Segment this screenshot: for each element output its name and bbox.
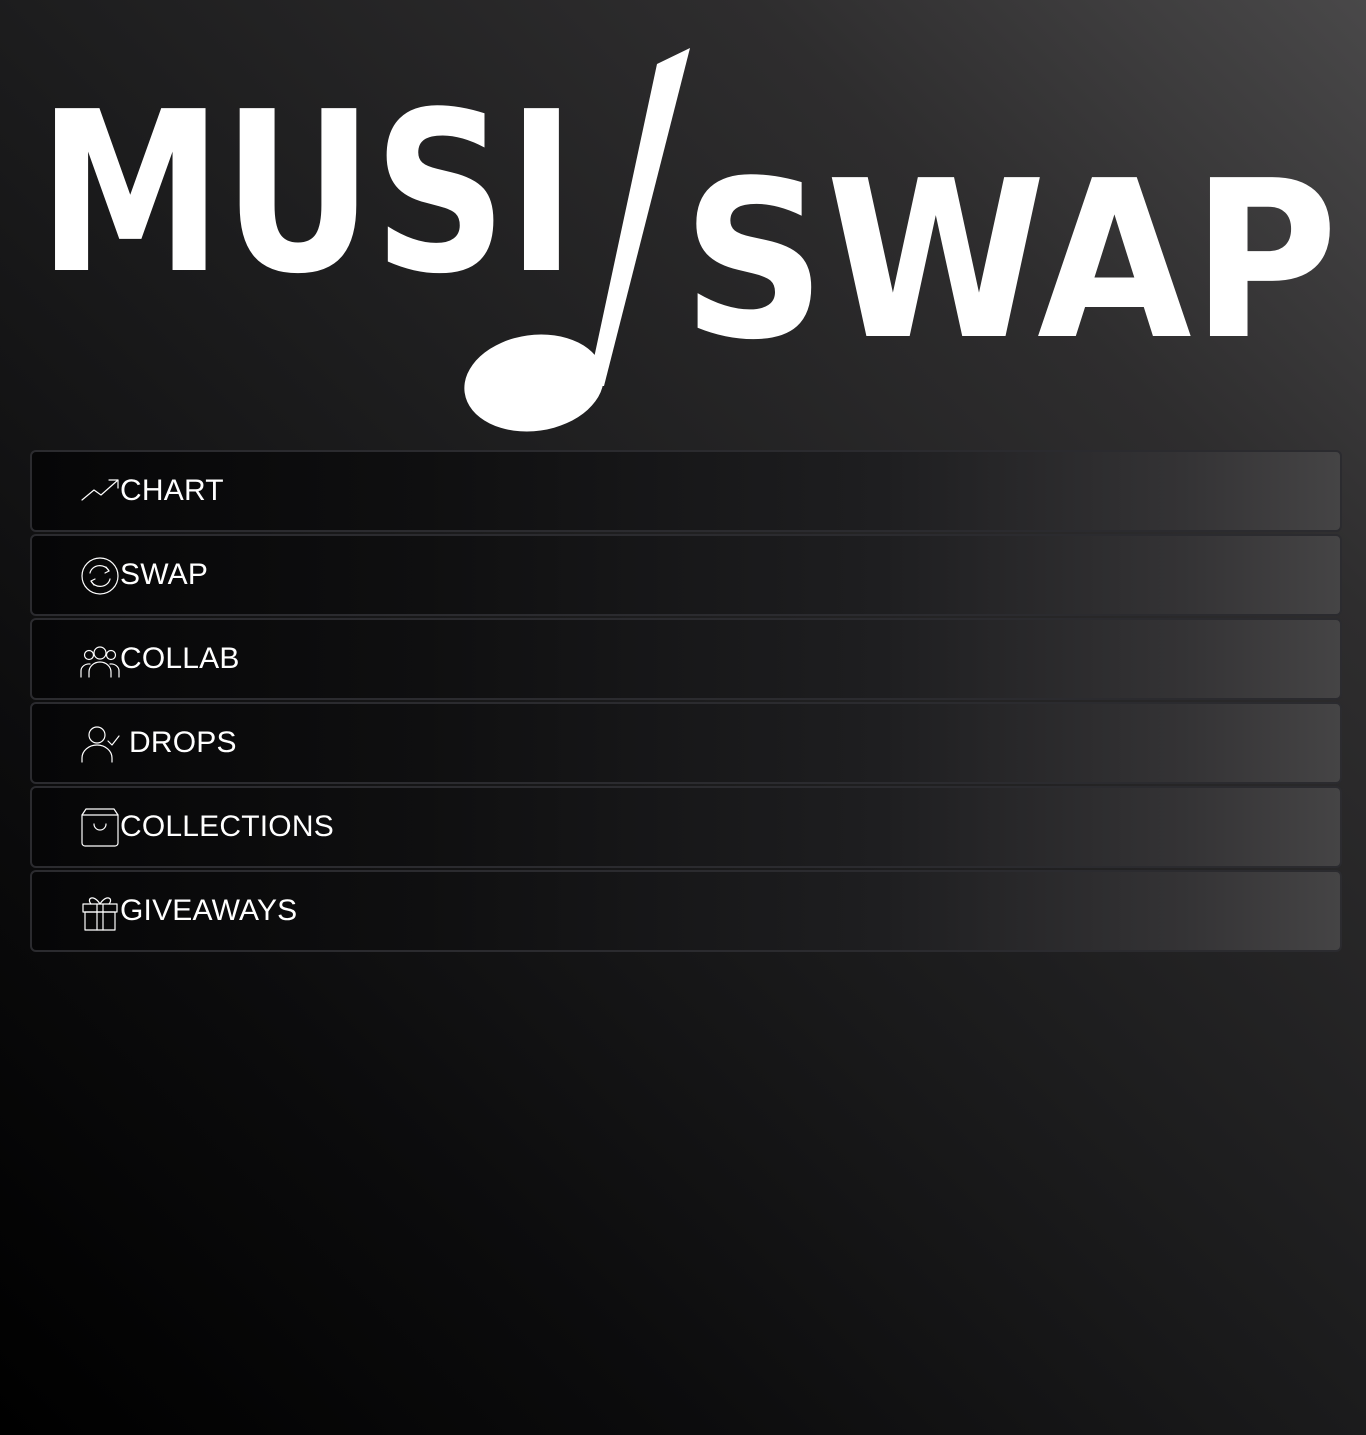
logo-text-swap: SWAP	[682, 135, 1338, 388]
musiswap-logo: MUSI SWAP	[0, 0, 1366, 450]
trending-up-icon	[80, 471, 120, 511]
menu-item-label: CHART	[120, 474, 224, 507]
menu-item-collab[interactable]: COLLAB	[30, 618, 1342, 700]
menu-item-swap[interactable]: SWAP	[30, 534, 1342, 616]
menu-item-label: DROPS	[129, 726, 237, 759]
swap-cycle-icon	[80, 555, 120, 595]
gift-icon	[80, 891, 120, 931]
menu-item-label: COLLECTIONS	[120, 810, 334, 843]
app-screen: MUSI SWAP CHART SWAP COLLAB DROPS COLLEC…	[0, 0, 1366, 1435]
menu-item-label: SWAP	[120, 558, 209, 591]
menu-item-label: GIVEAWAYS	[120, 894, 298, 927]
menu-item-collections[interactable]: COLLECTIONS	[30, 786, 1342, 868]
menu-item-drops[interactable]: DROPS	[30, 702, 1342, 784]
users-group-icon	[80, 639, 120, 679]
logo-text-musi: MUSI	[38, 65, 576, 323]
shopping-bag-icon	[80, 807, 120, 847]
menu-item-label: COLLAB	[120, 642, 240, 675]
main-menu: CHART SWAP COLLAB DROPS COLLECTIONS GIVE…	[30, 450, 1342, 952]
user-check-icon	[80, 723, 120, 763]
menu-item-chart[interactable]: CHART	[30, 450, 1342, 532]
menu-item-giveaways[interactable]: GIVEAWAYS	[30, 870, 1342, 952]
